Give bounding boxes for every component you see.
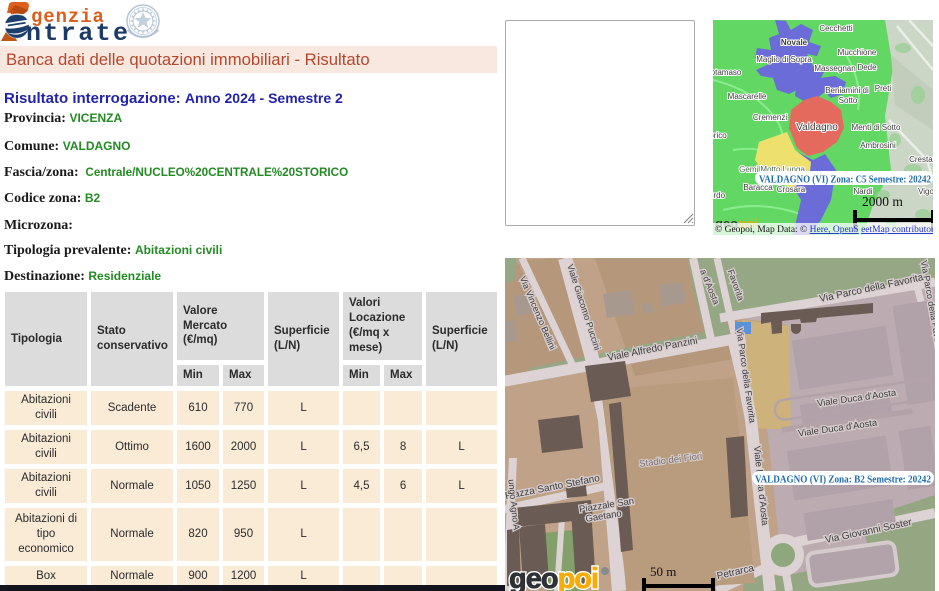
svg-text:Sotto: Sotto xyxy=(839,96,858,105)
svg-text:geopoi: geopoi xyxy=(509,563,598,591)
svg-text:Maglio di Sopra: Maglio di Sopra xyxy=(756,55,812,64)
svg-text:Mascarelle: Mascarelle xyxy=(728,92,767,101)
svg-text:Dede: Dede xyxy=(857,63,877,72)
svg-text:VALDAGNO (VI) Zona: C5 Semestr: VALDAGNO (VI) Zona: C5 Semestre: 20242 xyxy=(759,174,931,186)
svg-text:Preti: Preti xyxy=(875,84,892,93)
svg-text:Vigo: Vigo xyxy=(918,187,933,196)
svg-text:Cecchetti: Cecchetti xyxy=(819,24,853,33)
svg-text:Valdagno: Valdagno xyxy=(796,122,838,133)
svg-text:Massegnan: Massegnan xyxy=(814,64,855,73)
svg-text:© Geopoi, Map Data: © Here, Op: © Geopoi, Map Data: © Here, OpenS eetMap… xyxy=(715,224,933,235)
svg-text:Menti di Sotto: Menti di Sotto xyxy=(852,123,901,132)
svg-text:ntrate: ntrate xyxy=(26,19,130,46)
svg-text:VALDAGNO (VI) Zona: B2 Semestr: VALDAGNO (VI) Zona: B2 Semestre: 20242 xyxy=(755,474,931,486)
svg-text:ordo: ordo xyxy=(713,191,726,200)
svg-text:Crestani: Crestani xyxy=(909,155,933,164)
svg-text:Ambrosini: Ambrosini xyxy=(860,141,896,150)
svg-text:brico: brico xyxy=(713,131,727,140)
svg-text:Cremenzi: Cremenzi xyxy=(753,113,787,122)
svg-text:Beniamini di: Beniamini di xyxy=(825,86,869,95)
svg-text:otamaso: otamaso xyxy=(713,68,742,77)
svg-text:Mucchione: Mucchione xyxy=(838,48,877,57)
svg-text:2000 m: 2000 m xyxy=(862,194,903,209)
svg-text:Novale: Novale xyxy=(781,38,808,47)
svg-text:Crosara: Crosara xyxy=(777,185,806,194)
svg-text:50 m: 50 m xyxy=(650,564,676,579)
